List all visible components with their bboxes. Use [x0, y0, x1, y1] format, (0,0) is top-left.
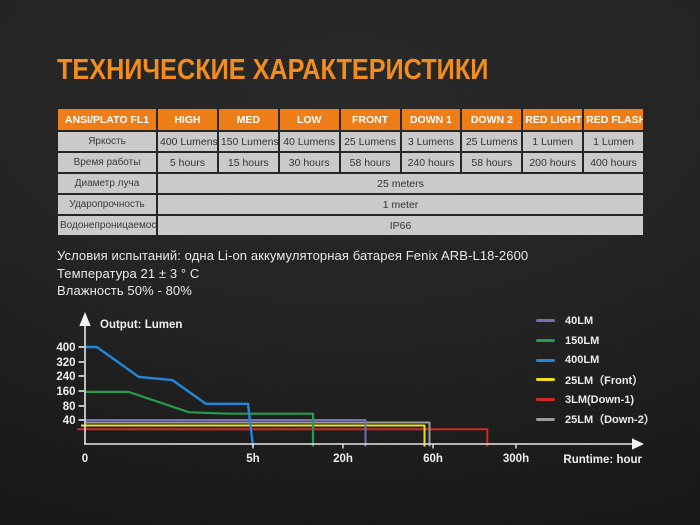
- legend-swatch-icon: [536, 398, 555, 401]
- legend-item: 150LM: [536, 331, 655, 351]
- spec-value-cell: 40 Lumens: [280, 132, 339, 151]
- table-row: Диаметр луча25 meters: [58, 174, 643, 193]
- y-axis-arrow-icon: [79, 312, 90, 326]
- legend-label: 400LM: [565, 354, 599, 366]
- legend-swatch-icon: [536, 339, 555, 342]
- spec-value-cell: 240 hours: [402, 153, 461, 172]
- chart-ticks-group: 400320240160804005h20h60h300h: [56, 342, 529, 465]
- row-label: Водонепроницаемость: [58, 216, 156, 235]
- legend-item: 25LM（Down-2）: [536, 409, 655, 429]
- spec-value-cell: 25 Lumens: [462, 132, 521, 151]
- legend-swatch-icon: [536, 319, 555, 322]
- spec-value-cell: 150 Lumens: [219, 132, 278, 151]
- spec-slide: ТЕХНИЧЕСКИЕ ХАРАКТЕРИСТИКИ ANSI/PLATO FL…: [0, 0, 700, 525]
- legend-label: 3LM(Down-1): [565, 394, 634, 406]
- legend-swatch-icon: [536, 378, 555, 381]
- spec-value-cell: IP66: [158, 216, 643, 235]
- column-header: DOWN 1: [402, 109, 461, 130]
- spec-value-cell: 58 hours: [462, 153, 521, 172]
- spec-value-cell: 400 Lumens: [158, 132, 217, 151]
- spec-value-cell: 400 hours: [584, 153, 643, 172]
- legend-swatch-icon: [536, 418, 555, 421]
- column-header: RED LIGHT: [523, 109, 582, 130]
- x-axis-arrow-icon: [632, 438, 644, 449]
- legend-item: 400LM: [536, 350, 655, 370]
- column-header: LOW: [280, 109, 339, 130]
- chart-series-group: [77, 347, 487, 447]
- spec-value-cell: 30 hours: [280, 153, 339, 172]
- table-row: ВодонепроницаемостьIP66: [58, 216, 643, 235]
- series-line-40lm: [85, 420, 366, 447]
- spec-table-header: ANSI/PLATO FL1HIGHMEDLOWFRONTDOWN 1DOWN …: [58, 109, 643, 130]
- spec-value-cell: 3 Lumens: [402, 132, 461, 151]
- table-row: Яркость400 Lumens150 Lumens40 Lumens25 L…: [58, 132, 643, 151]
- y-axis-title: Output: Lumen: [100, 319, 182, 331]
- x-tick-label: 60h: [423, 453, 443, 465]
- test-conditions: Условия испытаний: одна Li-on аккумулято…: [57, 247, 528, 300]
- x-tick-label: 20h: [333, 453, 353, 465]
- test-conditions-line: Температура 21 ± 3 ° C: [57, 265, 528, 283]
- legend-label: 25LM（Down-2）: [565, 411, 655, 427]
- legend-label: 25LM（Front）: [565, 372, 643, 388]
- x-axis-title: Runtime: hour: [563, 454, 642, 466]
- spec-value-cell: 1 Lumen: [523, 132, 582, 151]
- column-header: HIGH: [158, 109, 217, 130]
- x-tick-label: 5h: [246, 453, 259, 465]
- column-header: DOWN 2: [462, 109, 521, 130]
- y-tick-label: 400: [56, 342, 75, 354]
- y-tick-label: 160: [56, 386, 75, 398]
- legend-item: 40LM: [536, 311, 655, 331]
- column-header: ANSI/PLATO FL1: [58, 109, 156, 130]
- spec-value-cell: 200 hours: [523, 153, 582, 172]
- spec-value-cell: 25 Lumens: [341, 132, 400, 151]
- table-row: Время работы5 hours15 hours30 hours58 ho…: [58, 153, 643, 172]
- legend-item: 3LM(Down-1): [536, 390, 655, 410]
- column-header: FRONT: [341, 109, 400, 130]
- column-header: RED FLASH: [584, 109, 643, 130]
- y-tick-label: 40: [63, 415, 76, 427]
- test-conditions-line: Влажность 50% - 80%: [57, 282, 528, 300]
- y-tick-label: 80: [63, 401, 76, 413]
- spec-value-cell: 1 meter: [158, 195, 643, 214]
- x-tick-label: 0: [82, 453, 88, 465]
- spec-table: ANSI/PLATO FL1HIGHMEDLOWFRONTDOWN 1DOWN …: [56, 107, 645, 237]
- spec-value-cell: 1 Lumen: [584, 132, 643, 151]
- column-header: MED: [219, 109, 278, 130]
- legend-item: 25LM（Front）: [536, 370, 655, 390]
- spec-value-cell: 58 hours: [341, 153, 400, 172]
- spec-value-cell: 5 hours: [158, 153, 217, 172]
- row-label: Ударопрочность: [58, 195, 156, 214]
- spec-value-cell: 25 meters: [158, 174, 643, 193]
- page-title: ТЕХНИЧЕСКИЕ ХАРАКТЕРИСТИКИ: [57, 54, 488, 86]
- spec-value-cell: 15 hours: [219, 153, 278, 172]
- chart-legend: 40LM 150LM 400LM 25LM（Front） 3LM(Down-1) 25LM…: [536, 311, 655, 429]
- y-tick-label: 320: [56, 357, 75, 369]
- series-line-400lm: [85, 347, 253, 447]
- legend-swatch-icon: [536, 359, 555, 362]
- row-label: Диаметр луча: [58, 174, 156, 193]
- table-row: Ударопрочность1 meter: [58, 195, 643, 214]
- legend-label: 150LM: [565, 335, 599, 347]
- row-label: Яркость: [58, 132, 156, 151]
- test-conditions-line: Условия испытаний: одна Li-on аккумулято…: [57, 247, 528, 265]
- y-tick-label: 240: [56, 371, 75, 383]
- row-label: Время работы: [58, 153, 156, 172]
- legend-label: 40LM: [565, 315, 593, 327]
- x-tick-label: 300h: [503, 453, 529, 465]
